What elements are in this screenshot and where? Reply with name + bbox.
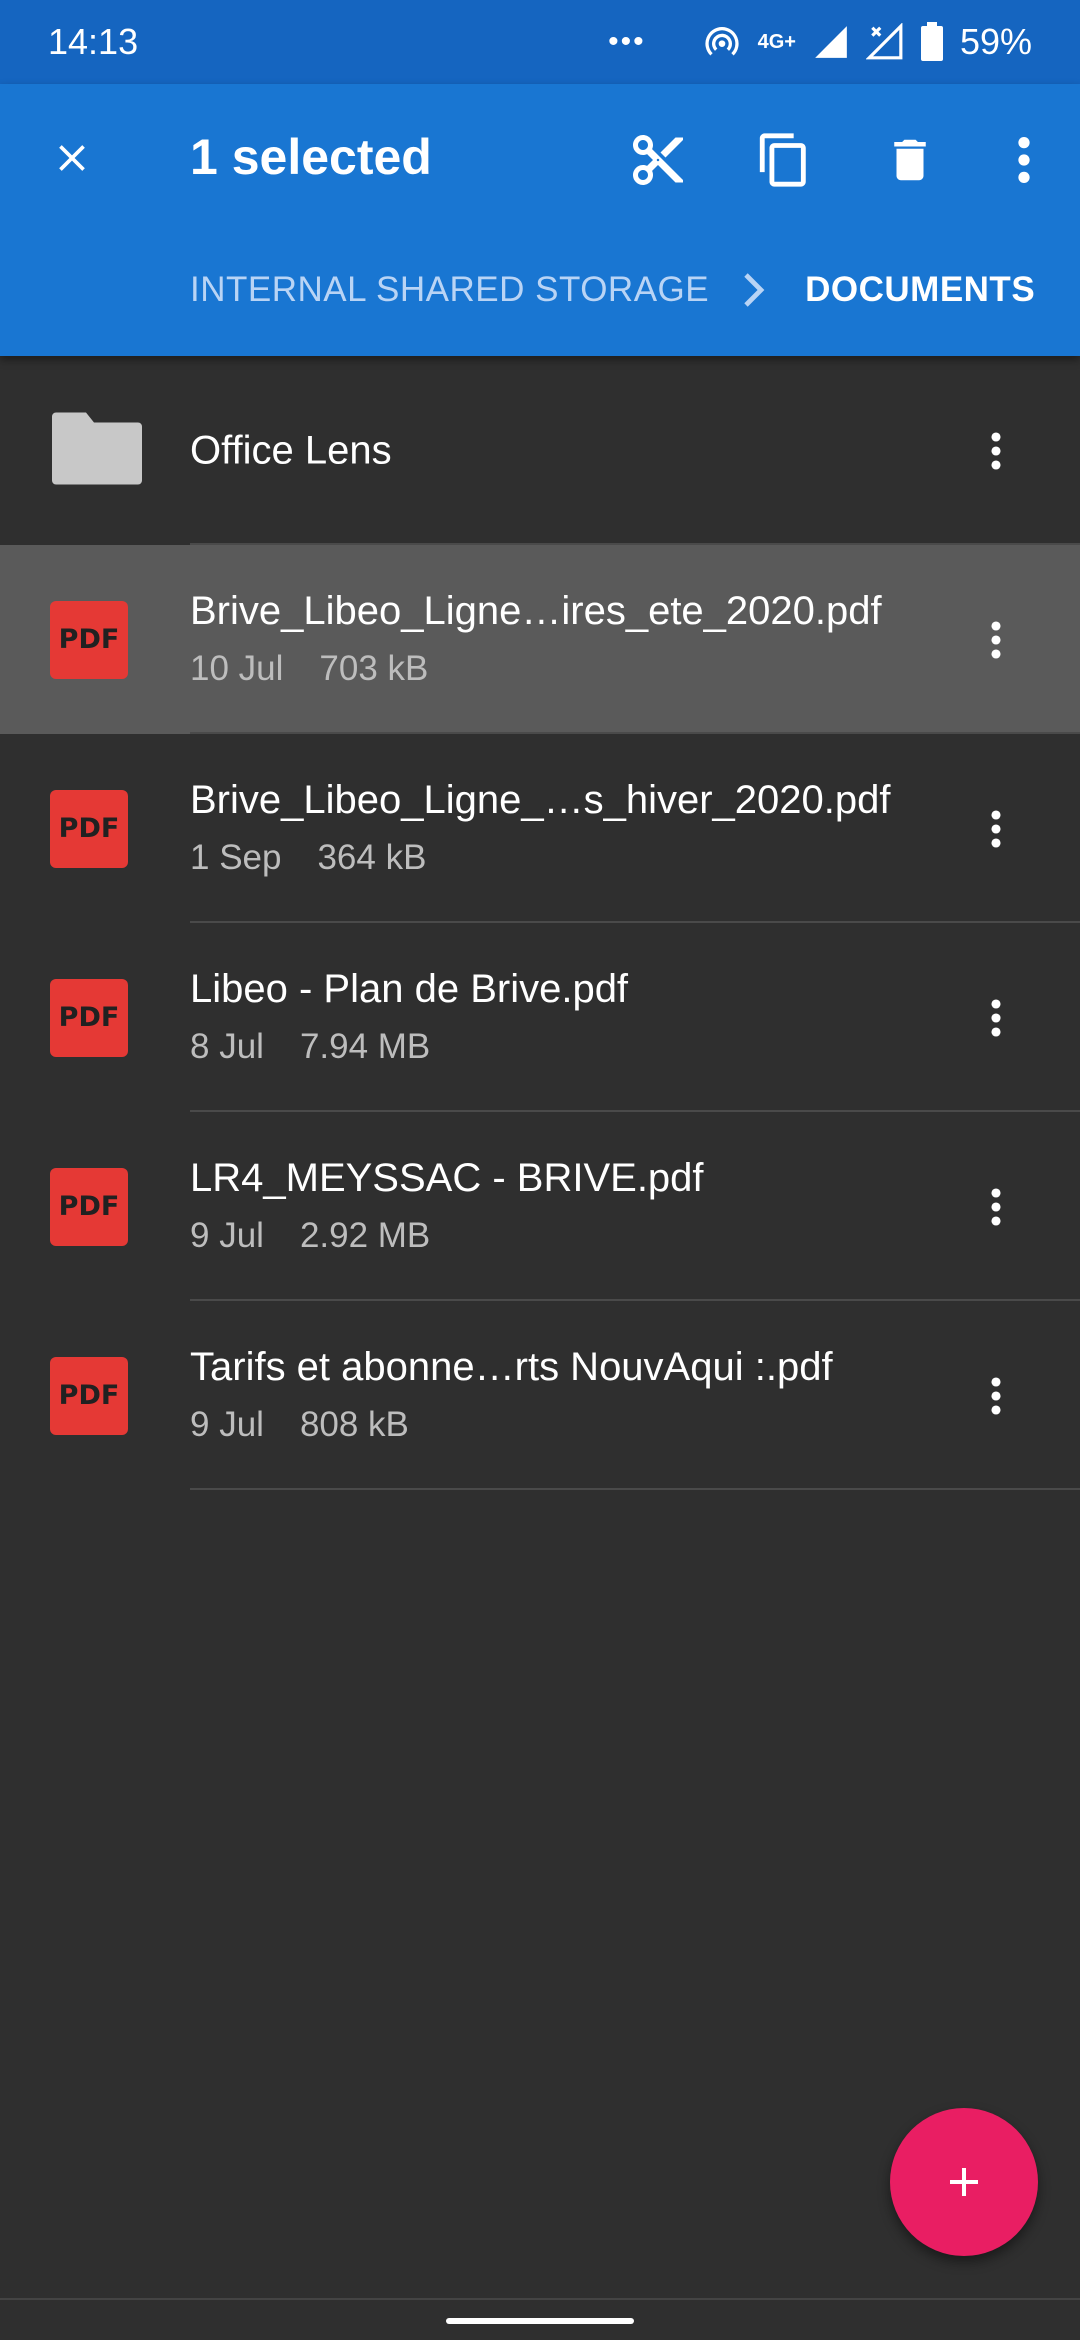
item-more-button[interactable] <box>976 789 1016 869</box>
delete-button[interactable] <box>870 120 950 200</box>
item-more-button[interactable] <box>976 411 1016 491</box>
pdf-icon: PDF <box>50 1167 128 1246</box>
divider <box>190 1488 1080 1490</box>
pdf-icon: PDF <box>50 600 128 679</box>
file-meta: 10 Jul 703 kB <box>190 649 428 689</box>
status-overflow: ••• <box>608 25 646 58</box>
close-selection-button[interactable] <box>34 120 110 196</box>
pdf-icon: PDF <box>50 978 128 1057</box>
file-meta: 9 Jul 2.92 MB <box>190 1216 430 1256</box>
file-size: 364 kB <box>317 838 427 877</box>
item-more-button[interactable] <box>976 1167 1016 1247</box>
folder-icon <box>52 412 142 489</box>
network-type: 4G+ <box>757 30 796 53</box>
file-meta: 1 Sep 364 kB <box>190 838 426 878</box>
file-name: Tarifs et abonne…rts NouvAqui :.pdf <box>190 1345 833 1389</box>
file-list: Office Lens PDF Brive_Libeo_Ligne…ires_e… <box>0 356 1080 1490</box>
more-vert-icon <box>991 1376 1001 1415</box>
close-icon <box>59 145 85 171</box>
file-name: Libeo - Plan de Brive.pdf <box>190 967 629 1011</box>
add-button[interactable] <box>890 2108 1038 2256</box>
file-size: 2.92 MB <box>299 1216 431 1255</box>
more-vert-icon <box>991 620 1001 659</box>
app-bar: 1 selected INTERNAL SHARED STORAGE DOCUM… <box>0 84 1080 356</box>
more-vert-icon <box>991 1187 1001 1226</box>
plus-icon <box>950 2168 978 2196</box>
item-more-button[interactable] <box>976 1356 1016 1436</box>
file-size: 808 kB <box>299 1405 409 1444</box>
cut-button[interactable] <box>618 120 698 200</box>
selection-count-title: 1 selected <box>190 129 432 185</box>
file-date: 10 Jul <box>190 649 284 688</box>
delete-icon <box>894 139 926 181</box>
file-date: 1 Sep <box>190 838 282 877</box>
breadcrumb-storage[interactable]: INTERNAL SHARED STORAGE <box>190 270 709 310</box>
breadcrumb-documents[interactable]: DOCUMENTS <box>805 270 1035 310</box>
more-options-button[interactable] <box>1000 120 1048 200</box>
copy-button[interactable] <box>744 120 824 200</box>
more-vert-icon <box>991 431 1001 470</box>
no-signal-icon <box>865 23 904 61</box>
list-item-folder[interactable]: Office Lens <box>0 356 1080 545</box>
file-name: Office Lens <box>190 428 392 472</box>
file-size: 7.94 MB <box>299 1027 431 1066</box>
list-item-file[interactable]: PDF Brive_Libeo_Ligne_…s_hiver_2020.pdf … <box>0 734 1080 923</box>
more-vert-icon <box>991 998 1001 1037</box>
home-gesture-handle[interactable] <box>446 2318 634 2324</box>
list-item-file[interactable]: PDF Libeo - Plan de Brive.pdf 8 Jul 7.94… <box>0 923 1080 1112</box>
file-size: 703 kB <box>319 649 429 688</box>
file-meta: 8 Jul 7.94 MB <box>190 1027 430 1067</box>
cut-icon <box>633 135 683 185</box>
file-date: 9 Jul <box>190 1405 264 1444</box>
navigation-bar <box>0 2298 1080 2340</box>
file-date: 9 Jul <box>190 1216 264 1255</box>
battery-percent: 59% <box>959 21 1032 62</box>
breadcrumb: INTERNAL SHARED STORAGE DOCUMENTS <box>190 270 1035 310</box>
pdf-icon: PDF <box>50 789 128 868</box>
signal-icon <box>812 23 850 61</box>
file-meta: 9 Jul 808 kB <box>190 1405 409 1445</box>
more-vert-icon <box>991 809 1001 848</box>
list-item-file[interactable]: PDF LR4_MEYSSAC - BRIVE.pdf 9 Jul 2.92 M… <box>0 1112 1080 1301</box>
battery-icon <box>920 22 944 62</box>
file-name: Brive_Libeo_Ligne_…s_hiver_2020.pdf <box>190 778 891 822</box>
status-time: 14:13 <box>48 21 139 62</box>
item-more-button[interactable] <box>976 600 1016 680</box>
item-more-button[interactable] <box>976 978 1016 1058</box>
list-item-file-selected[interactable]: PDF Brive_Libeo_Ligne…ires_ete_2020.pdf … <box>0 545 1080 734</box>
list-item-file[interactable]: PDF Tarifs et abonne…rts NouvAqui :.pdf … <box>0 1301 1080 1490</box>
status-icons: ••• 4G+ 59% <box>608 21 1032 63</box>
hotspot-icon <box>702 22 742 62</box>
status-bar: 14:13 ••• 4G+ 59% <box>0 0 1080 84</box>
copy-icon <box>759 133 806 187</box>
action-toolbar: 1 selected <box>0 84 1080 232</box>
pdf-icon: PDF <box>50 1356 128 1435</box>
file-name: Brive_Libeo_Ligne…ires_ete_2020.pdf <box>190 589 882 633</box>
more-vert-icon <box>1018 137 1030 183</box>
file-date: 8 Jul <box>190 1027 264 1066</box>
chevron-right-icon <box>741 272 767 308</box>
file-name: LR4_MEYSSAC - BRIVE.pdf <box>190 1156 704 1200</box>
